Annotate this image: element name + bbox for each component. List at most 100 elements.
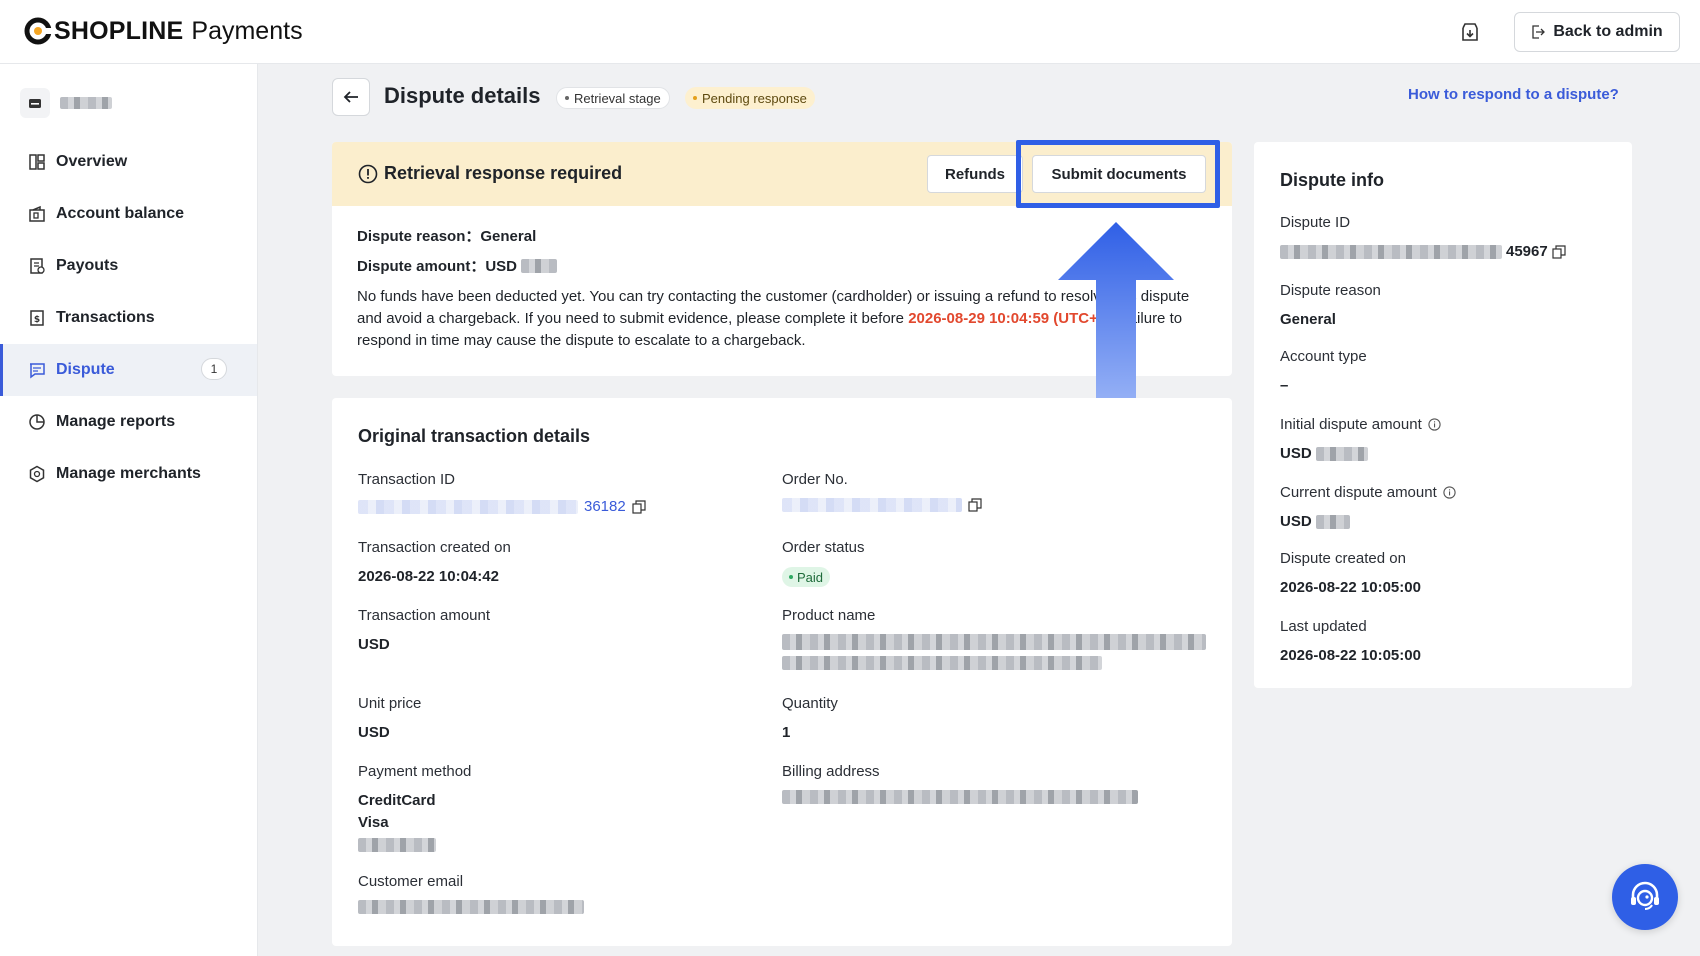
- sidebar-item-payouts[interactable]: Payouts: [0, 240, 257, 292]
- dispute-id-redacted: [1280, 245, 1502, 259]
- refunds-button[interactable]: Refunds: [927, 155, 1023, 193]
- shopline-logo[interactable]: SHOPLINE Payments: [24, 16, 303, 46]
- back-to-admin-button[interactable]: Back to admin: [1514, 12, 1680, 52]
- alert-title-text: Retrieval response required: [384, 163, 623, 183]
- current-amount-label-row: Current dispute amount: [1280, 484, 1456, 501]
- dispute-amount-label: Dispute amount：: [357, 258, 486, 275]
- sidebar-item-overview[interactable]: Overview: [0, 136, 257, 188]
- product-name-label: Product name: [782, 607, 876, 624]
- stage-tag-label: Retrieval stage: [574, 90, 661, 106]
- current-amount-currency: USD: [1280, 513, 1312, 530]
- sidebar-item-manage-merchants[interactable]: Manage merchants: [0, 448, 257, 500]
- sidebar-item-label: Dispute: [56, 361, 115, 378]
- transaction-amount-label: Transaction amount: [358, 607, 491, 624]
- sidebar-item-transactions[interactable]: $ Transactions: [0, 292, 257, 344]
- store-switcher[interactable]: [20, 88, 112, 118]
- sidebar-item-account-balance[interactable]: Account balance: [0, 188, 257, 240]
- download-icon: [1462, 23, 1478, 41]
- support-chat-button[interactable]: [1612, 864, 1678, 930]
- sidebar-item-manage-reports[interactable]: Manage reports: [0, 396, 257, 448]
- order-status-value: Paid: [797, 569, 824, 585]
- order-status-badge: Paid: [782, 567, 831, 587]
- order-status-field: Order status Paid: [782, 539, 865, 587]
- unit-price-field: Unit price USD: [358, 695, 421, 744]
- transaction-id-label: Transaction ID: [358, 471, 455, 488]
- alert-title: Retrieval response required: [358, 163, 622, 184]
- quantity-value: 1: [782, 724, 791, 741]
- billing-address-redacted: [782, 790, 1138, 804]
- download-button[interactable]: [1456, 18, 1484, 46]
- payout-icon: [30, 258, 45, 274]
- copy-icon[interactable]: [968, 498, 982, 512]
- stage-dot: [565, 96, 569, 100]
- merchant-icon: [29, 465, 45, 483]
- order-status-label: Order status: [782, 539, 865, 556]
- initial-amount-value: USD: [1280, 443, 1441, 465]
- product-name-field: Product name: [782, 607, 1206, 670]
- page-title: Dispute details: [384, 83, 541, 108]
- order-no-label: Order No.: [782, 471, 848, 488]
- quantity-label: Quantity: [782, 695, 838, 712]
- copy-icon[interactable]: [632, 499, 646, 514]
- info-icon[interactable]: [1443, 486, 1456, 499]
- customer-email-field: Customer email: [358, 873, 584, 914]
- dispute-created-label: Dispute created on: [1280, 550, 1406, 567]
- transaction-section-title: Original transaction details: [358, 426, 591, 446]
- headset-icon: [1631, 881, 1659, 910]
- alert-icon: [358, 164, 378, 183]
- initial-amount-redacted: [1315, 447, 1368, 461]
- current-amount-redacted: [1315, 515, 1350, 529]
- sidebar-item-label: Manage merchants: [56, 465, 201, 482]
- dispute-amount-redacted: [521, 259, 558, 273]
- status-dot: [693, 96, 697, 100]
- sidebar: Overview Account balance Payouts $ Trans…: [0, 64, 258, 956]
- info-icon[interactable]: [1428, 418, 1441, 431]
- dispute-info-title: Dispute info: [1280, 170, 1384, 190]
- arrow-left-icon: [343, 91, 358, 103]
- initial-amount-label-row: Initial dispute amount: [1280, 416, 1441, 433]
- transaction-created-value: 2026-08-22 10:04:42: [358, 568, 499, 585]
- transaction-amount-field: Transaction amount USD: [358, 607, 490, 656]
- dispute-id-value: 45967: [1280, 241, 1566, 263]
- dispute-id-suffix: 45967: [1506, 243, 1548, 260]
- dispute-reason-value: General: [480, 228, 537, 245]
- transaction-amount-currency: USD: [358, 636, 390, 653]
- unit-price-value: USD: [358, 722, 421, 744]
- payment-method-field: Payment method CreditCard Visa: [358, 763, 471, 852]
- product-name-redacted: [782, 634, 1206, 650]
- transaction-id-redacted: [358, 499, 578, 514]
- order-no-value[interactable]: [782, 498, 982, 512]
- submit-documents-button[interactable]: Submit documents: [1032, 155, 1206, 193]
- info-dispute-reason-label: Dispute reason: [1280, 282, 1381, 299]
- transaction-id-value[interactable]: 36182: [358, 498, 646, 515]
- transaction-amount-value: USD: [358, 634, 490, 656]
- sidebar-item-label: Overview: [56, 153, 128, 170]
- brand-name: SHOPLINE: [54, 16, 184, 45]
- back-button[interactable]: [332, 78, 370, 116]
- sidebar-nav: Overview Account balance Payouts $ Trans…: [0, 136, 257, 500]
- info-dispute-reason-value: General: [1280, 311, 1336, 328]
- customer-email-redacted: [358, 900, 584, 914]
- dispute-created-field: Dispute created on 2026-08-22 10:05:00: [1280, 550, 1421, 599]
- billing-address-field: Billing address: [782, 763, 1138, 804]
- account-type-field: Account type –: [1280, 348, 1367, 397]
- current-amount-value: USD: [1280, 511, 1456, 533]
- account-type-label: Account type: [1280, 348, 1367, 365]
- sidebar-item-label: Transactions: [56, 309, 155, 326]
- sidebar-item-dispute[interactable]: Dispute 1: [0, 344, 257, 396]
- copy-icon[interactable]: [1552, 245, 1566, 259]
- dispute-reason-label: Dispute reason：: [357, 228, 481, 245]
- wallet-icon: [29, 205, 45, 222]
- unit-price-label: Unit price: [358, 695, 422, 712]
- sidebar-item-label: Payouts: [56, 257, 119, 274]
- billing-address-label: Billing address: [782, 763, 880, 780]
- back-to-admin-label: Back to admin: [1553, 23, 1663, 40]
- alert-description: No funds have been deducted yet. You can…: [357, 286, 1217, 352]
- transaction-id-suffix: 36182: [584, 498, 626, 515]
- svg-text:$: $: [34, 315, 40, 325]
- dispute-created-value: 2026-08-22 10:05:00: [1280, 579, 1421, 596]
- account-type-value: –: [1280, 377, 1289, 394]
- dispute-id-label: Dispute ID: [1280, 214, 1351, 231]
- how-to-respond-link[interactable]: How to respond to a dispute?: [1408, 86, 1619, 103]
- initial-amount-currency: USD: [1280, 445, 1312, 462]
